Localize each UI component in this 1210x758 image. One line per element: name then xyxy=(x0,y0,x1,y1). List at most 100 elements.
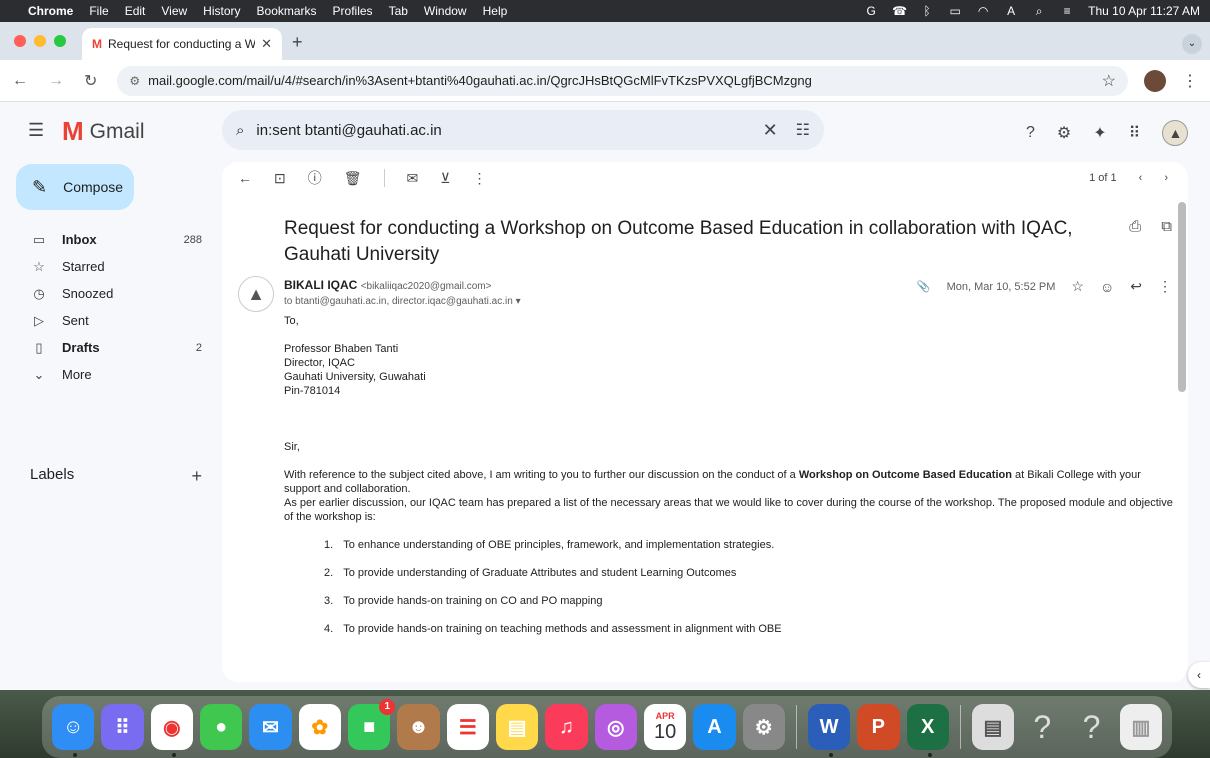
minimize-window-button[interactable] xyxy=(34,35,46,47)
trash-icon[interactable]: ▥ xyxy=(1119,704,1163,750)
wifi-icon[interactable]: ◠ xyxy=(976,4,990,18)
email-scrollbar[interactable] xyxy=(1176,162,1188,682)
messages-icon[interactable]: ● xyxy=(199,704,243,750)
site-info-icon[interactable]: ⚙ xyxy=(129,74,140,88)
reload-button[interactable]: ↻ xyxy=(84,71,97,91)
chrome-icon[interactable]: ◉ xyxy=(150,704,193,757)
menu-app-name[interactable]: Chrome xyxy=(28,4,73,18)
calendar-icon[interactable]: APR 10 xyxy=(643,704,687,750)
excel-icon[interactable]: X xyxy=(906,704,949,757)
sidebar-item-starred[interactable]: ☆ Starred xyxy=(0,253,222,280)
search-input[interactable]: in:sent btanti@gauhati.ac.in xyxy=(256,122,762,139)
profile-avatar[interactable] xyxy=(1144,69,1166,92)
older-icon[interactable]: ‹ xyxy=(1139,172,1143,184)
settings-gear-icon[interactable]: ⚙ xyxy=(1057,123,1071,143)
apps-grid-icon[interactable]: ⠿ xyxy=(1129,123,1141,143)
scrollbar-thumb[interactable] xyxy=(1178,202,1186,392)
system-settings-icon[interactable]: ⚙ xyxy=(742,704,785,750)
control-center-icon[interactable]: ≡ xyxy=(1060,4,1074,18)
input-source-icon[interactable]: A xyxy=(1004,4,1018,18)
sidebar-item-inbox[interactable]: ▭ Inbox 288 xyxy=(0,226,222,253)
star-message-icon[interactable]: ☆ xyxy=(1071,278,1084,295)
app-store-icon[interactable]: A xyxy=(693,704,736,750)
unknown-app-icon[interactable]: ? xyxy=(1070,704,1112,750)
podcasts-icon[interactable]: ◎ xyxy=(594,704,637,750)
emoji-react-icon[interactable]: ☺ xyxy=(1100,279,1114,295)
reminders-icon[interactable]: ☰ xyxy=(446,704,489,750)
bluetooth-icon[interactable]: ᛒ xyxy=(920,4,934,18)
sidebar-item-snoozed[interactable]: ◷ Snoozed xyxy=(0,280,222,307)
menu-item-tab[interactable]: Tab xyxy=(389,4,408,18)
menu-item-file[interactable]: File xyxy=(89,4,108,18)
account-avatar[interactable]: ▲ xyxy=(1162,120,1189,146)
more-actions-icon[interactable]: ⋮ xyxy=(473,170,487,187)
browser-menu-icon[interactable]: ⋮ xyxy=(1182,71,1198,91)
sidebar-item-sent[interactable]: ▷ Sent xyxy=(0,307,222,334)
powerpoint-icon[interactable]: P xyxy=(857,704,900,750)
menu-item-view[interactable]: View xyxy=(161,4,187,18)
grammarly-icon[interactable]: G xyxy=(864,4,878,18)
sender-name[interactable]: BIKALI IQAC xyxy=(284,278,357,292)
notes-icon[interactable]: ▤ xyxy=(495,704,539,750)
delete-icon[interactable]: 🗑 xyxy=(344,170,362,187)
help-icon[interactable]: ? xyxy=(1026,124,1035,142)
sidebar-item-more[interactable]: ⌄ More xyxy=(0,361,222,388)
new-tab-button[interactable]: + xyxy=(292,32,303,53)
menu-item-profiles[interactable]: Profiles xyxy=(333,4,373,18)
menu-item-bookmarks[interactable]: Bookmarks xyxy=(257,4,317,18)
word-icon[interactable]: W xyxy=(807,704,851,757)
newer-icon[interactable]: › xyxy=(1164,172,1168,184)
print-icon[interactable]: ⎙ xyxy=(1129,218,1141,235)
main-menu-icon[interactable]: ☰ xyxy=(28,120,44,141)
spotlight-icon[interactable]: ⌕ xyxy=(1032,4,1046,19)
add-label-icon[interactable]: + xyxy=(191,466,202,487)
macos-dock: ☺ ⠿ ◉ ● ✉ ✿ ■ 1 ☻ ☰ ▤ ♫ ◎ APR 10 A ⚙ W P X… xyxy=(42,696,1172,758)
gemini-sparkle-icon[interactable]: ✦ xyxy=(1093,123,1106,143)
side-panel-toggle-icon[interactable]: ‹ xyxy=(1188,662,1210,688)
forward-button[interactable]: → xyxy=(48,72,64,90)
photos-icon[interactable]: ✿ xyxy=(298,704,341,750)
contacts-icon[interactable]: ☻ xyxy=(397,704,440,750)
phone-icon[interactable]: ☎ xyxy=(892,4,907,18)
search-bar[interactable]: ⌕ in:sent btanti@gauhati.ac.in ✕ ☷ xyxy=(222,110,824,150)
menu-item-help[interactable]: Help xyxy=(483,4,508,18)
menubar-clock[interactable]: Thu 10 Apr 11:27 AM xyxy=(1088,4,1200,18)
move-to-icon[interactable]: ⊻ xyxy=(440,170,450,187)
mail-icon[interactable]: ✉ xyxy=(249,704,292,750)
search-options-icon[interactable]: ☷ xyxy=(796,120,810,140)
archive-icon[interactable]: ⊡ xyxy=(274,170,286,187)
tab-search-button[interactable]: ⌄ xyxy=(1182,34,1202,54)
reply-icon[interactable]: ↩ xyxy=(1130,278,1142,295)
message-more-icon[interactable]: ⋮ xyxy=(1158,278,1172,295)
mark-unread-icon[interactable]: ✉ xyxy=(407,170,419,187)
browser-tab[interactable]: M Request for conducting a Wo ✕ xyxy=(82,28,282,60)
zoom-window-button[interactable] xyxy=(54,35,66,47)
search-icon[interactable]: ⌕ xyxy=(236,122,244,139)
back-to-list-icon[interactable]: ← xyxy=(238,170,252,186)
finder-icon[interactable]: ☺ xyxy=(52,704,95,757)
close-window-button[interactable] xyxy=(14,35,26,47)
menu-item-edit[interactable]: Edit xyxy=(125,4,146,18)
bookmark-star-icon[interactable]: ☆ xyxy=(1102,71,1116,91)
close-tab-icon[interactable]: ✕ xyxy=(261,36,272,52)
recipients-line[interactable]: to btanti@gauhati.ac.in, director.iqac@g… xyxy=(284,296,521,307)
open-new-window-icon[interactable]: ⧉ xyxy=(1161,218,1172,235)
report-spam-icon[interactable]: ⓘ xyxy=(308,168,322,188)
menu-item-window[interactable]: Window xyxy=(424,4,467,18)
music-icon[interactable]: ♫ xyxy=(545,704,588,750)
compose-button[interactable]: ✎ Compose xyxy=(16,164,134,210)
back-button[interactable]: ← xyxy=(12,72,28,90)
facetime-icon[interactable]: ■ 1 xyxy=(347,699,396,750)
sidebar-item-drafts[interactable]: ▯ Drafts 2 xyxy=(0,334,222,361)
pagination: 1 of 1 ‹ › xyxy=(1089,172,1168,184)
menu-item-history[interactable]: History xyxy=(203,4,240,18)
sender-avatar[interactable]: ▲ xyxy=(238,276,274,312)
clear-search-icon[interactable]: ✕ xyxy=(763,120,778,141)
battery-icon[interactable]: ▭ xyxy=(948,4,962,18)
gmail-logo[interactable]: M Gmail xyxy=(62,116,145,147)
address-bar[interactable]: ⚙ mail.google.com/mail/u/4/#search/in%3A… xyxy=(117,65,1128,96)
launchpad-icon[interactable]: ⠿ xyxy=(101,704,144,750)
unknown-app-icon[interactable]: ? xyxy=(1021,704,1063,750)
document-icon[interactable]: ▤ xyxy=(971,704,1015,750)
show-details-icon[interactable]: ▾ xyxy=(516,296,521,307)
